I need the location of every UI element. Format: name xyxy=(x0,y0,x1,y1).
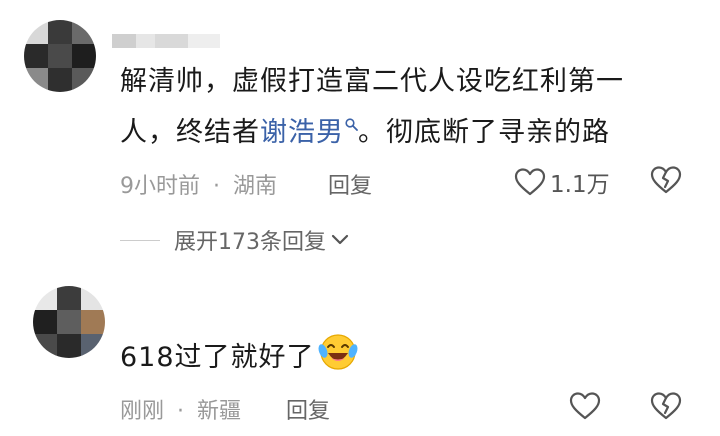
like-count: 1.1万 xyxy=(550,172,610,198)
meta-separator: · xyxy=(177,399,185,424)
mention-link[interactable]: 谢浩男 xyxy=(260,117,358,148)
comment-location: 新疆 xyxy=(197,399,242,424)
reply-button[interactable]: 回复 xyxy=(286,393,330,425)
dislike-button[interactable] xyxy=(650,391,682,425)
comment-text-segment: 。彻底断了寻亲的路 xyxy=(358,117,610,148)
meta-separator: · xyxy=(213,174,220,199)
laughing-tears-emoji-icon xyxy=(318,334,358,370)
comment-text: 618过了就好了 xyxy=(120,332,358,383)
comment-time: 9小时前 xyxy=(120,174,200,199)
comment-time: 刚刚 xyxy=(120,399,165,424)
mention-name: 谢浩男 xyxy=(260,117,344,148)
comment-line: 人，终结者谢浩男 。彻底断了寻亲的路 xyxy=(120,107,624,158)
heart-icon xyxy=(514,168,546,196)
comment-text-segment: 618过了就好了 xyxy=(120,342,315,373)
comment-location: 湖南 xyxy=(233,174,278,199)
heart-icon xyxy=(569,392,601,420)
divider xyxy=(120,239,160,241)
comment-text: 解清帅，虚假打造富二代人设吃红利第一 人，终结者谢浩男 。彻底断了寻亲的路 xyxy=(120,56,624,158)
like-button[interactable] xyxy=(569,391,601,421)
comment-meta: 9小时前 · 湖南 xyxy=(120,168,277,200)
comment-line: 解清帅，虚假打造富二代人设吃红利第一 xyxy=(120,66,624,97)
comment-meta: 刚刚 · 新疆 xyxy=(120,393,241,425)
chevron-down-icon xyxy=(331,234,349,245)
reply-button[interactable]: 回复 xyxy=(328,168,372,200)
search-icon xyxy=(345,118,358,131)
broken-heart-icon xyxy=(650,166,682,194)
expand-replies-label: 展开173条回复 xyxy=(174,230,326,255)
comment-section: 解清帅，虚假打造富二代人设吃红利第一 人，终结者谢浩男 。彻底断了寻亲的路 9小时… xyxy=(0,0,720,436)
avatar[interactable] xyxy=(24,20,96,92)
comment-text-segment: 人，终结者 xyxy=(120,117,260,148)
avatar[interactable] xyxy=(33,286,105,358)
expand-replies-button[interactable]: 展开173条回复 xyxy=(120,224,350,256)
broken-heart-icon xyxy=(650,392,682,420)
like-button[interactable]: 1.1万 xyxy=(514,165,610,199)
dislike-button[interactable] xyxy=(650,165,682,199)
username-blurred[interactable] xyxy=(112,34,220,48)
